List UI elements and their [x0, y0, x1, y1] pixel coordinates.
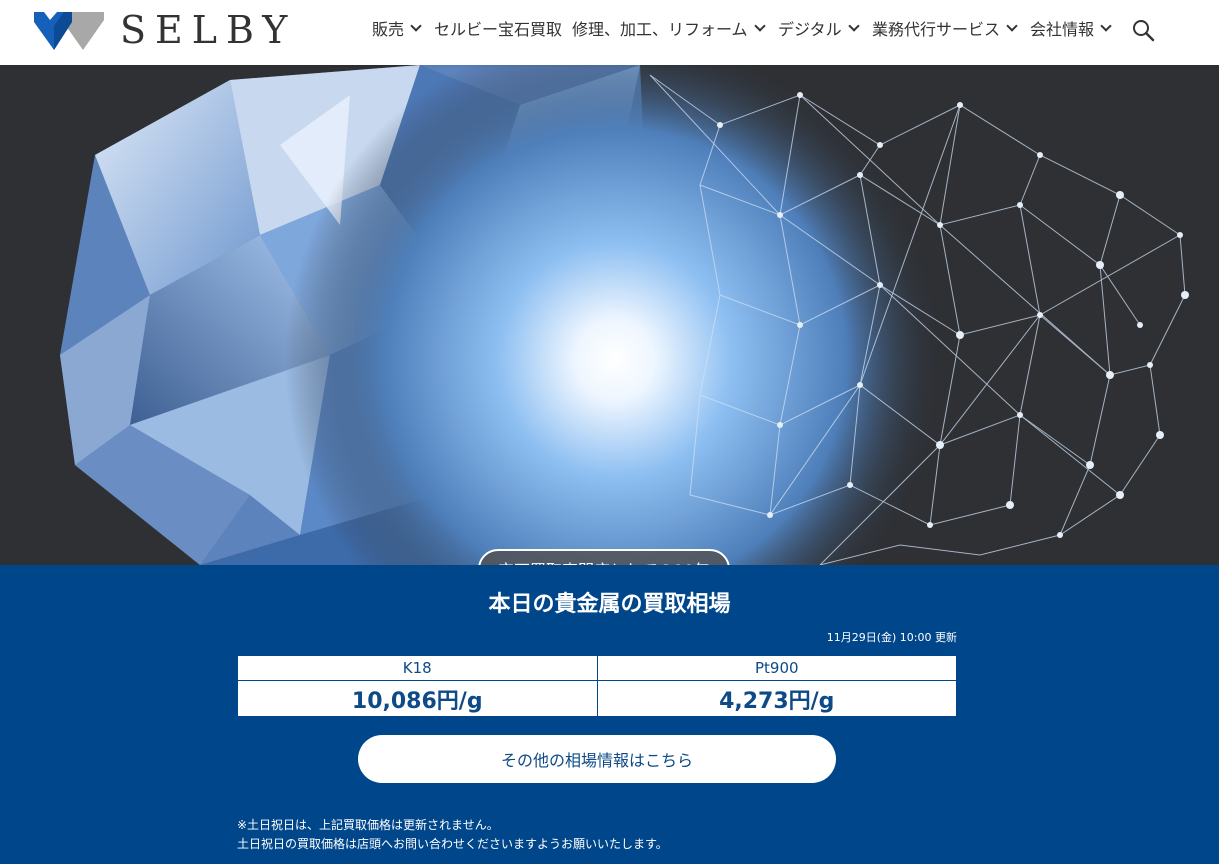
rates-table: K18 Pt900 10,086円/g 4,273円/g: [237, 655, 957, 717]
table-row: 10,086円/g 4,273円/g: [237, 680, 957, 717]
hero-diamond-network-image: [0, 65, 1219, 565]
nav-item-label: 会社情報: [1030, 20, 1095, 39]
nav-item-sales[interactable]: 販売: [372, 16, 422, 40]
site-header: SELBY 販売 セルビー宝石買取 修理、加工、リフォーム デジタル 業務代行サ…: [0, 0, 1219, 65]
main-nav: 販売 セルビー宝石買取 修理、加工、リフォーム デジタル 業務代行サービス 会社…: [360, 0, 1219, 65]
nav-item-digital[interactable]: デジタル: [778, 16, 860, 40]
note-line: 土日祝日の買取価格は店頭へお問い合わせくださいますようお願いいたします。: [237, 837, 668, 851]
nav-item-label: 修理、加工、リフォーム: [572, 20, 748, 39]
chevron-down-icon: [1006, 20, 1018, 32]
nav-item-label: セルビー宝石買取: [434, 20, 563, 39]
table-row: K18 Pt900: [237, 655, 957, 681]
chevron-down-icon: [848, 20, 860, 32]
site-logo[interactable]: SELBY: [34, 8, 296, 52]
metal-price: 10,086円/g: [237, 680, 598, 717]
nav-item-gem-buyback[interactable]: セルビー宝石買取: [434, 16, 562, 40]
nav-item-label: 業務代行サービス: [872, 20, 1001, 39]
rates-updated: 11月29日(金) 10:00 更新: [826, 631, 957, 644]
chevron-down-icon: [410, 20, 422, 32]
nav-item-label: デジタル: [778, 20, 842, 39]
more-rates-button[interactable]: その他の相場情報はこちら: [358, 735, 836, 783]
rates-title: 本日の貴金属の買取相場: [488, 592, 731, 617]
nav-item-repair[interactable]: 修理、加工、リフォーム: [572, 16, 766, 40]
brand-name: SELBY: [120, 8, 297, 52]
metal-price: 4,273円/g: [596, 680, 957, 717]
metal-label: K18: [237, 655, 598, 681]
nav-item-agency-service[interactable]: 業務代行サービス: [872, 16, 1018, 40]
metal-label: Pt900: [596, 655, 957, 681]
nav-item-label: 販売: [372, 20, 405, 39]
double-diamond-logo-icon: [34, 12, 104, 50]
hero-caption: 宝石買取専門店としての20年: [478, 549, 730, 565]
note-line: ※土日祝日は、上記買取価格は更新されません。: [237, 818, 499, 832]
nav-item-company[interactable]: 会社情報: [1030, 16, 1112, 40]
rates-note: ※土日祝日は、上記買取価格は更新されません。 土日祝日の買取価格は店頭へお問い合…: [237, 816, 668, 854]
chevron-down-icon: [1100, 20, 1112, 32]
search-icon[interactable]: [1131, 18, 1155, 42]
hero-banner: 宝石買取専門店としての20年: [0, 65, 1219, 565]
chevron-down-icon: [753, 20, 766, 32]
